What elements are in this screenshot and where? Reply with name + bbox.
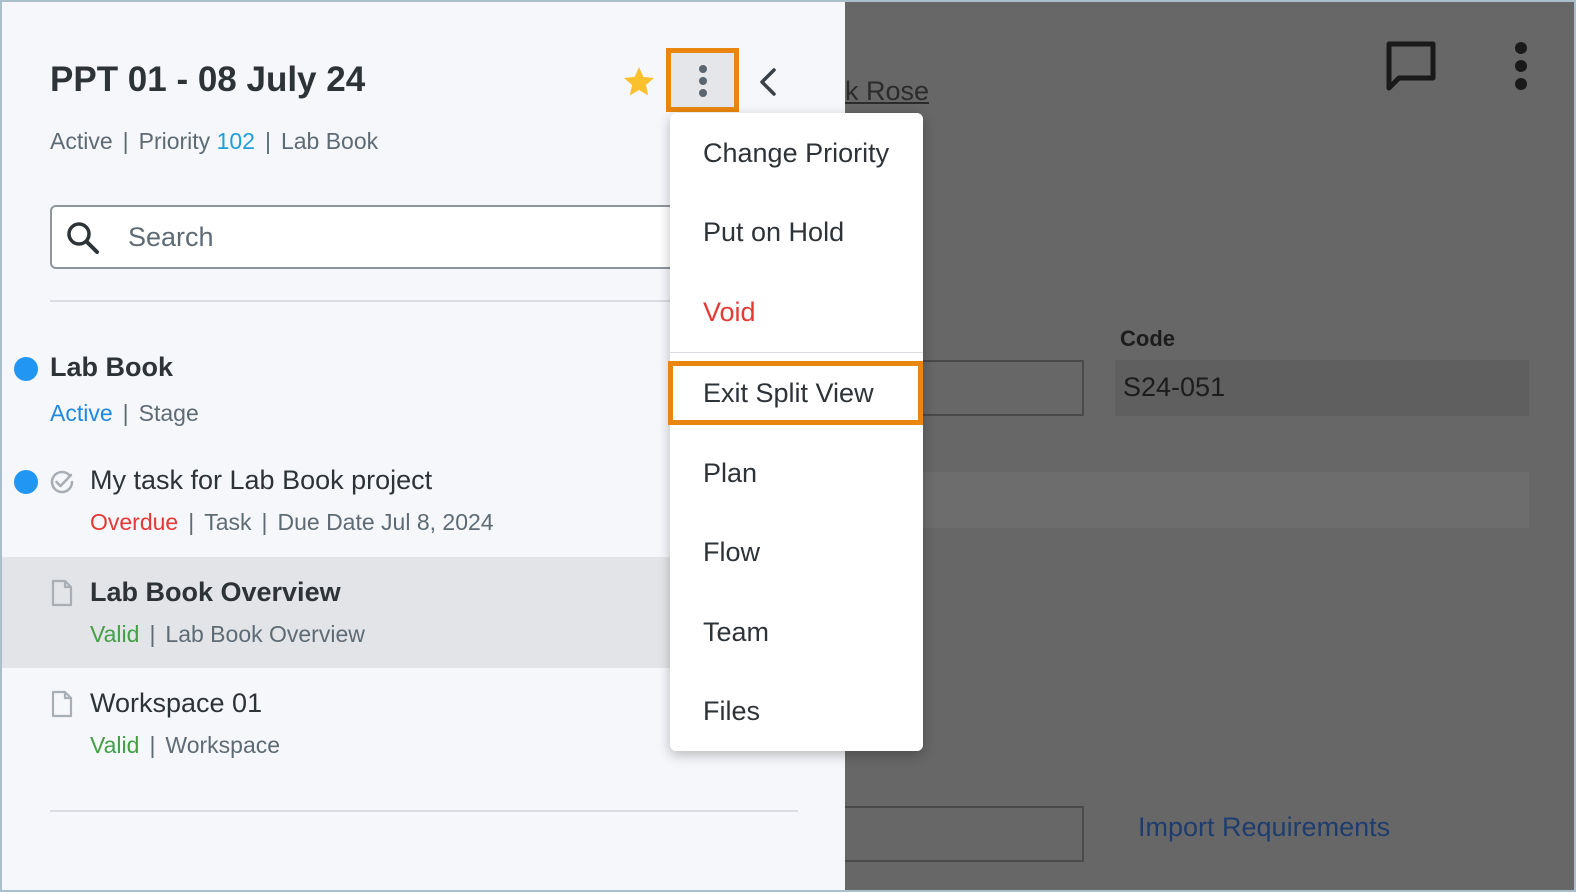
code-label: Code [1120,326,1175,351]
more-vertical-icon[interactable] [1505,40,1537,92]
menu-item-team[interactable]: Team [670,597,923,667]
divider [50,810,798,812]
menu-item-plan[interactable]: Plan [670,438,923,508]
item-title[interactable]: My task for Lab Book project [90,465,432,496]
search-input[interactable] [128,215,668,259]
project-title: PPT 01 - 08 July 24 [50,60,366,99]
item-meta: Valid | Workspace [90,732,281,758]
menu-item-flow[interactable]: Flow [670,517,923,587]
item-kind: Task [204,509,252,535]
search-icon [67,222,99,254]
status-dot [14,357,38,381]
menu-item-put-on-hold[interactable]: Put on Hold [670,197,923,267]
item-title[interactable]: Lab Book Overview [90,577,341,608]
item-status: Overdue [90,509,179,535]
detail-pane: k Rose Code S24-051 Import Requirements [845,2,1574,890]
import-requirements-link[interactable]: Import Requirements [1138,812,1390,843]
menu-item-void[interactable]: Void [670,277,923,347]
item-kind: Lab Book Overview [165,621,365,647]
item-kind: Workspace [165,732,281,758]
app-window: k Rose Code S24-051 Import Requirements … [0,0,1576,892]
star-icon[interactable] [621,64,657,100]
options-menu: Change Priority Put on Hold Void Exit Sp… [668,113,923,751]
item-due-date: Due Date Jul 8, 2024 [277,509,494,535]
item-meta: Active | Stage [50,400,199,426]
status-dot [14,470,38,494]
priority-label: Priority [138,128,211,154]
project-status: Active [50,128,113,154]
menu-item-change-priority[interactable]: Change Priority [670,118,923,188]
document-icon [51,690,73,718]
check-circle-icon [50,470,74,494]
code-value: S24-051 [1123,372,1226,402]
more-options-button[interactable] [666,48,739,112]
item-meta: Overdue | Task | Due Date Jul 8, 2024 [90,509,494,535]
user-link[interactable]: k Rose [845,76,929,107]
item-kind: Stage [138,400,199,426]
priority-value: 102 [216,128,255,154]
item-status: Valid [90,732,140,758]
section-bar [845,472,1529,528]
menu-item-files[interactable]: Files [670,676,923,746]
item-meta: Valid | Lab Book Overview [90,621,365,647]
menu-item-exit-split-view[interactable]: Exit Split View [668,361,923,425]
menu-divider [670,352,923,353]
more-vertical-icon [699,65,707,97]
project-meta: Active | Priority 102 | Lab Book [50,128,379,154]
item-status: Valid [90,621,140,647]
chevron-left-icon[interactable] [754,66,782,98]
item-title[interactable]: Workspace 01 [90,688,262,719]
search-box[interactable] [50,205,690,269]
document-icon [51,579,73,607]
project-type: Lab Book [280,128,379,154]
secondary-field[interactable] [845,806,1084,862]
item-status: Active [50,400,113,426]
code-field: S24-051 [1115,360,1529,416]
item-title[interactable]: Lab Book [50,352,173,383]
chat-icon[interactable] [1385,40,1437,92]
